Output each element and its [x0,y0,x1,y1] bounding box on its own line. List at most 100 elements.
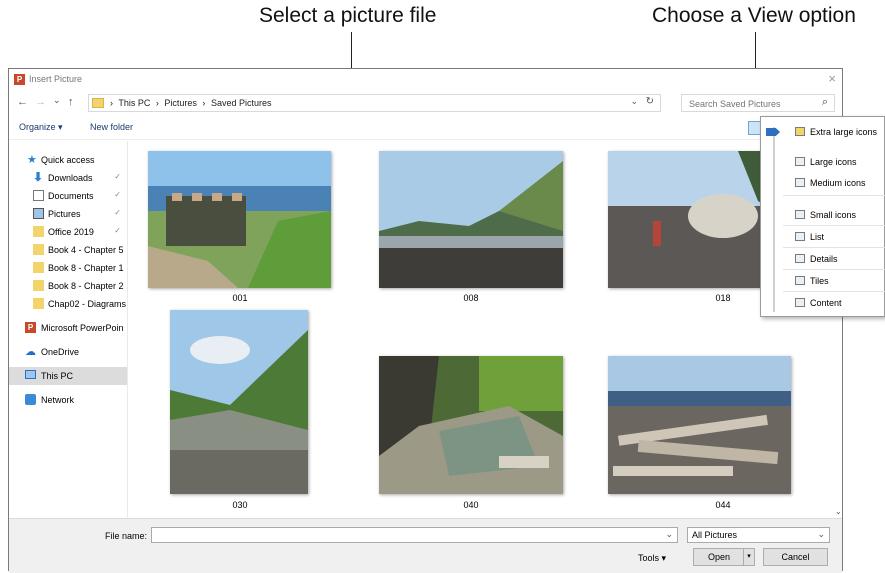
sidebar-item-book8-ch2[interactable]: Book 8 - Chapter 2 [9,277,127,295]
pin-icon[interactable]: ✓ [114,172,121,181]
breadcrumb-this-pc[interactable]: This PC [118,98,150,108]
sidebar-item-book8-ch1[interactable]: Book 8 - Chapter 1 [9,259,127,277]
view-option-content[interactable]: Content [783,293,885,313]
file-name-label[interactable]: 008 [441,293,501,303]
open-button-label: Open [707,552,731,562]
view-option-small-icons[interactable]: Small icons [783,205,885,226]
breadcrumb: › This PC › Pictures › Saved Pictures [110,98,274,108]
view-slider-thumb[interactable] [766,128,780,136]
view-option-label: Small icons [810,210,857,220]
pin-icon[interactable]: ✓ [114,208,121,217]
up-arrow-icon[interactable]: ↑ [68,96,74,108]
refresh-icon[interactable]: ↻ [646,96,654,107]
sidebar-item-onedrive[interactable]: ☁ OneDrive [9,343,127,361]
breadcrumb-pictures[interactable]: Pictures [164,98,197,108]
close-icon[interactable]: × [828,71,836,86]
view-option-list[interactable]: List [783,227,885,248]
search-icon[interactable]: ⌕ [822,96,828,109]
insert-picture-dialog: P Insert Picture × ← → ⌄ ↑ › This PC › P… [8,68,843,573]
forward-arrow-icon[interactable]: → [35,96,46,108]
sidebar-item-downloads[interactable]: ⬇ Downloads ✓ [9,169,127,187]
view-option-label: Tiles [810,276,829,286]
chevron-down-icon[interactable]: ⌄ [665,529,673,540]
address-bar[interactable]: › This PC › Pictures › Saved Pictures ⌄ … [88,94,661,112]
sidebar-item-documents[interactable]: Documents ✓ [9,187,127,205]
cloud-icon: ☁ [25,346,36,358]
tiles-view-icon [795,276,805,285]
recent-locations-icon[interactable]: ⌄ [53,95,61,106]
open-split-dropdown-icon[interactable]: ▾ [743,549,754,565]
sidebar-item-chap02-diagrams[interactable]: Chap02 - Diagrams [9,295,127,313]
file-name-label[interactable]: 001 [210,293,270,303]
sidebar-item-this-pc[interactable]: This PC [9,367,127,385]
pin-icon[interactable]: ✓ [114,190,121,199]
cancel-button[interactable]: Cancel [763,548,828,566]
view-option-large-icons[interactable]: Large icons [783,152,885,172]
tools-button[interactable]: Tools ▾ [638,553,666,564]
file-name-label[interactable]: 030 [210,500,270,510]
organize-button[interactable]: Organize ▾ [19,122,63,133]
file-thumbnail-044[interactable] [608,356,791,494]
view-options-menu: Extra large icons Large icons Medium ico… [760,116,885,317]
file-thumbnail-030[interactable] [170,310,308,494]
document-icon [33,190,44,201]
sidebar-item-book4-ch5[interactable]: Book 4 - Chapter 5 [9,241,127,259]
sidebar-item-label: Quick access [41,155,95,165]
pin-icon[interactable]: ✓ [114,226,121,235]
file-name-input[interactable] [152,528,656,542]
pictures-icon [33,208,44,219]
network-icon [25,394,36,405]
view-option-medium-icons[interactable]: Medium icons [783,173,885,196]
sidebar-item-pictures[interactable]: Pictures ✓ [9,205,127,223]
search-box[interactable]: ⌕ [681,94,835,112]
large-icons-icon [795,157,805,166]
callout-select-picture: Select a picture file [259,4,437,27]
file-name-label[interactable]: 018 [693,293,753,303]
file-type-select[interactable]: All Pictures ⌄ [687,527,830,543]
back-arrow-icon[interactable]: ← [17,96,28,108]
dialog-footer: File name: ⌄ All Pictures ⌄ Tools ▾ Open… [9,518,842,573]
file-name-label: File name: [105,531,148,541]
sidebar-item-office-2019[interactable]: Office 2019 ✓ [9,223,127,241]
file-name-label[interactable]: 044 [693,500,753,510]
sidebar-item-label: Book 8 - Chapter 2 [48,281,124,291]
search-input[interactable] [687,98,811,110]
sidebar-item-powerpoint[interactable]: P Microsoft PowerPoin [9,319,127,337]
sidebar-item-network[interactable]: Network [9,391,127,409]
computer-icon [25,370,36,379]
powerpoint-app-icon: P [14,74,25,85]
download-icon: ⬇ [33,170,44,184]
folder-icon [33,262,44,273]
breadcrumb-separator: › [202,98,206,108]
sidebar-item-label: Microsoft PowerPoin [41,323,124,333]
file-thumbnail-040[interactable] [379,356,563,494]
view-option-details[interactable]: Details [783,249,885,270]
command-bar: Organize ▾ New folder [9,117,842,140]
list-view-icon [795,232,805,241]
sidebar-item-quick-access[interactable]: ★ Quick access [9,151,127,169]
photo-hikers-group [148,151,331,288]
file-name-field[interactable]: ⌄ [151,527,678,543]
scroll-down-icon[interactable]: ⌄ [835,507,842,516]
photo-creek-stream [379,356,563,494]
view-slider-track[interactable] [773,127,775,312]
sidebar-item-label: This PC [41,371,74,381]
details-view-icon [795,254,805,263]
view-option-extra-large-icons[interactable]: Extra large icons [783,122,885,142]
breadcrumb-saved-pictures[interactable]: Saved Pictures [211,98,272,108]
file-thumbnail-008[interactable] [379,151,563,288]
navigation-pane: ★ Quick access ⬇ Downloads ✓ Documents ✓… [9,141,128,518]
file-thumbnail-001[interactable] [148,151,331,288]
callout-choose-view: Choose a View option [652,4,856,27]
folder-icon [92,98,104,108]
photo-hillside-trail [170,310,308,494]
open-button[interactable]: Open ▾ [693,548,755,566]
chevron-down-icon[interactable]: ⌄ [817,529,825,540]
address-dropdown-icon[interactable]: ⌄ [630,96,638,107]
new-folder-button[interactable]: New folder [90,122,133,132]
view-option-label: Content [810,298,842,308]
sidebar-item-label: Downloads [48,173,93,183]
view-option-tiles[interactable]: Tiles [783,271,885,292]
file-name-label[interactable]: 040 [441,500,501,510]
folder-icon [33,298,44,309]
